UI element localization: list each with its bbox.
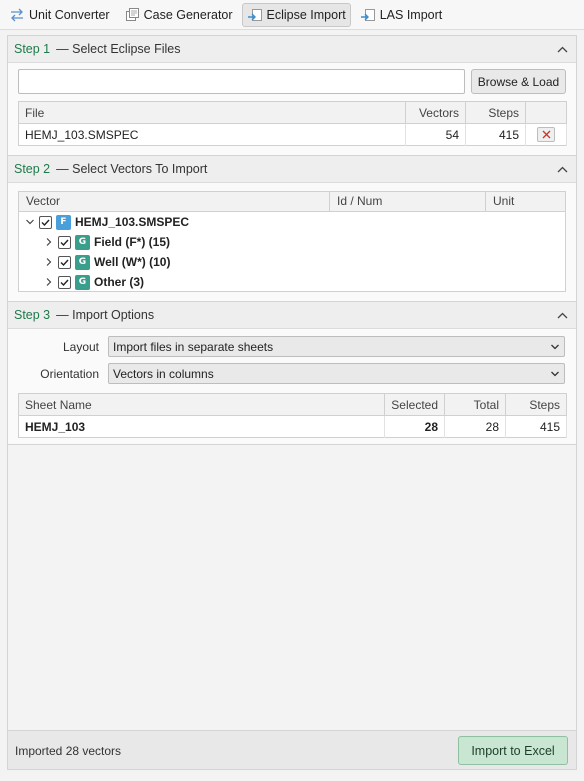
check-icon <box>41 219 50 226</box>
step3-number: Step 3 <box>14 308 51 322</box>
table-row[interactable]: HEMJ_103 28 28 415 <box>18 415 567 438</box>
layout-label: Layout <box>62 339 99 354</box>
las-import-icon <box>360 8 375 21</box>
file-badge-icon: F <box>56 214 71 230</box>
column-header-unit[interactable]: Unit <box>486 192 565 211</box>
orientation-row: Orientation Vectors in columns <box>18 363 565 384</box>
step3-title: — Import Options <box>56 308 155 322</box>
vector-tree-header: Vector Id / Num Unit <box>19 192 565 212</box>
table-row[interactable]: HEMJ_103.SMSPEC 54 415 <box>18 123 567 146</box>
other-checkbox[interactable] <box>58 275 71 289</box>
vectors-cell: 54 <box>405 123 466 146</box>
chevron-down-icon <box>551 371 559 376</box>
chevron-up-icon[interactable] <box>557 310 568 321</box>
step2-header[interactable]: Step 2 — Select Vectors To Import <box>8 156 576 183</box>
close-icon <box>542 130 550 139</box>
step1-section: Step 1 — Select Eclipse Files Browse & L… <box>8 36 576 156</box>
orientation-select-value: Vectors in columns <box>113 366 214 381</box>
group-badge-icon: G <box>75 254 90 270</box>
tree-node-label: HEMJ_103.SMSPEC <box>75 215 190 229</box>
check-icon <box>60 279 69 286</box>
column-header-steps[interactable]: Steps <box>505 393 567 416</box>
step1-header[interactable]: Step 1 — Select Eclipse Files <box>8 36 576 63</box>
chevron-down-icon[interactable] <box>25 217 35 227</box>
tree-node-other[interactable]: G Other (3) <box>44 272 144 292</box>
remove-cell <box>525 123 567 146</box>
group-badge-icon: G <box>75 274 90 290</box>
group-badge-icon: G <box>75 234 90 250</box>
file-picker-row: Browse & Load <box>8 63 576 95</box>
sheet-name-cell[interactable]: HEMJ_103 <box>18 415 385 438</box>
tab-las-import[interactable]: LAS Import <box>355 3 448 27</box>
tab-unit-converter[interactable]: Unit Converter <box>4 3 115 27</box>
step1-number: Step 1 <box>14 42 51 56</box>
tree-node-label: Well (W*) (10) <box>94 255 171 269</box>
column-header-file[interactable]: File <box>18 101 406 124</box>
step2-number: Step 2 <box>14 162 51 176</box>
total-cell: 28 <box>444 415 506 438</box>
chevron-right-icon[interactable] <box>44 257 54 267</box>
step2-section: Step 2 — Select Vectors To Import Vector… <box>8 156 576 302</box>
selected-cell: 28 <box>384 415 445 438</box>
column-header-vectors[interactable]: Vectors <box>405 101 466 124</box>
tab-case-generator-label: Case Generator <box>143 7 233 22</box>
field-checkbox[interactable] <box>58 235 71 249</box>
column-header-steps[interactable]: Steps <box>465 101 526 124</box>
footer-bar: Imported 28 vectors Import to Excel <box>8 730 576 769</box>
unit-converter-icon <box>11 8 23 21</box>
column-header-actions <box>525 101 567 124</box>
tab-eclipse-import-label: Eclipse Import <box>266 7 346 22</box>
tree-node-field[interactable]: G Field (F*) (15) <box>44 232 170 252</box>
column-header-sheet-name[interactable]: Sheet Name <box>18 393 385 416</box>
eclipse-import-icon <box>247 8 262 21</box>
orientation-select[interactable]: Vectors in columns <box>108 363 565 384</box>
tab-las-import-label: LAS Import <box>379 7 443 22</box>
file-name-cell: HEMJ_103.SMSPEC <box>18 123 406 146</box>
vector-tree: Vector Id / Num Unit F HEMJ_103.SMSPEC G… <box>18 191 566 292</box>
tab-unit-converter-label: Unit Converter <box>29 7 110 22</box>
status-text: Imported 28 vectors <box>15 744 122 758</box>
check-icon <box>60 239 69 246</box>
top-toolbar: Unit Converter Case Generator Eclipse Im… <box>0 0 584 30</box>
steps-cell: 415 <box>505 415 567 438</box>
sheets-table: Sheet Name Selected Total Steps HEMJ_103… <box>18 393 567 438</box>
layout-select-value: Import files in separate sheets <box>113 339 274 354</box>
tab-case-generator[interactable]: Case Generator <box>119 3 238 27</box>
chevron-right-icon[interactable] <box>44 277 54 287</box>
step3-header[interactable]: Step 3 — Import Options <box>8 302 576 329</box>
chevron-down-icon <box>551 344 559 349</box>
case-generator-icon <box>125 7 139 21</box>
layout-row: Layout Import files in separate sheets <box>18 336 565 357</box>
column-header-total[interactable]: Total <box>444 393 506 416</box>
tree-node-label: Field (F*) (15) <box>94 235 171 249</box>
files-table: File Vectors Steps HEMJ_103.SMSPEC 54 41… <box>18 101 567 146</box>
layout-select[interactable]: Import files in separate sheets <box>108 336 565 357</box>
tree-node-label: Other (3) <box>94 275 145 289</box>
steps-cell: 415 <box>465 123 526 146</box>
remove-file-button[interactable] <box>537 127 555 142</box>
step1-title: — Select Eclipse Files <box>56 42 181 56</box>
column-header-selected[interactable]: Selected <box>384 393 445 416</box>
eclipse-import-panel: Step 1 — Select Eclipse Files Browse & L… <box>7 35 577 770</box>
chevron-right-icon[interactable] <box>44 237 54 247</box>
root-checkbox[interactable] <box>39 215 52 229</box>
tab-eclipse-import[interactable]: Eclipse Import <box>241 2 351 27</box>
orientation-label: Orientation <box>40 366 99 381</box>
tree-node-well[interactable]: G Well (W*) (10) <box>44 252 170 272</box>
chevron-up-icon[interactable] <box>557 164 568 175</box>
browse-load-button[interactable]: Browse & Load <box>471 69 566 94</box>
chevron-up-icon[interactable] <box>557 44 568 55</box>
step3-section: Step 3 — Import Options Layout Import fi… <box>8 302 576 445</box>
tree-node-root[interactable]: F HEMJ_103.SMSPEC <box>25 212 189 232</box>
check-icon <box>60 259 69 266</box>
file-path-input[interactable] <box>18 69 465 94</box>
step2-title: — Select Vectors To Import <box>56 162 208 176</box>
import-to-excel-button[interactable]: Import to Excel <box>458 736 568 765</box>
column-header-vector[interactable]: Vector <box>19 192 330 211</box>
column-header-id-num[interactable]: Id / Num <box>330 192 486 211</box>
well-checkbox[interactable] <box>58 255 71 269</box>
